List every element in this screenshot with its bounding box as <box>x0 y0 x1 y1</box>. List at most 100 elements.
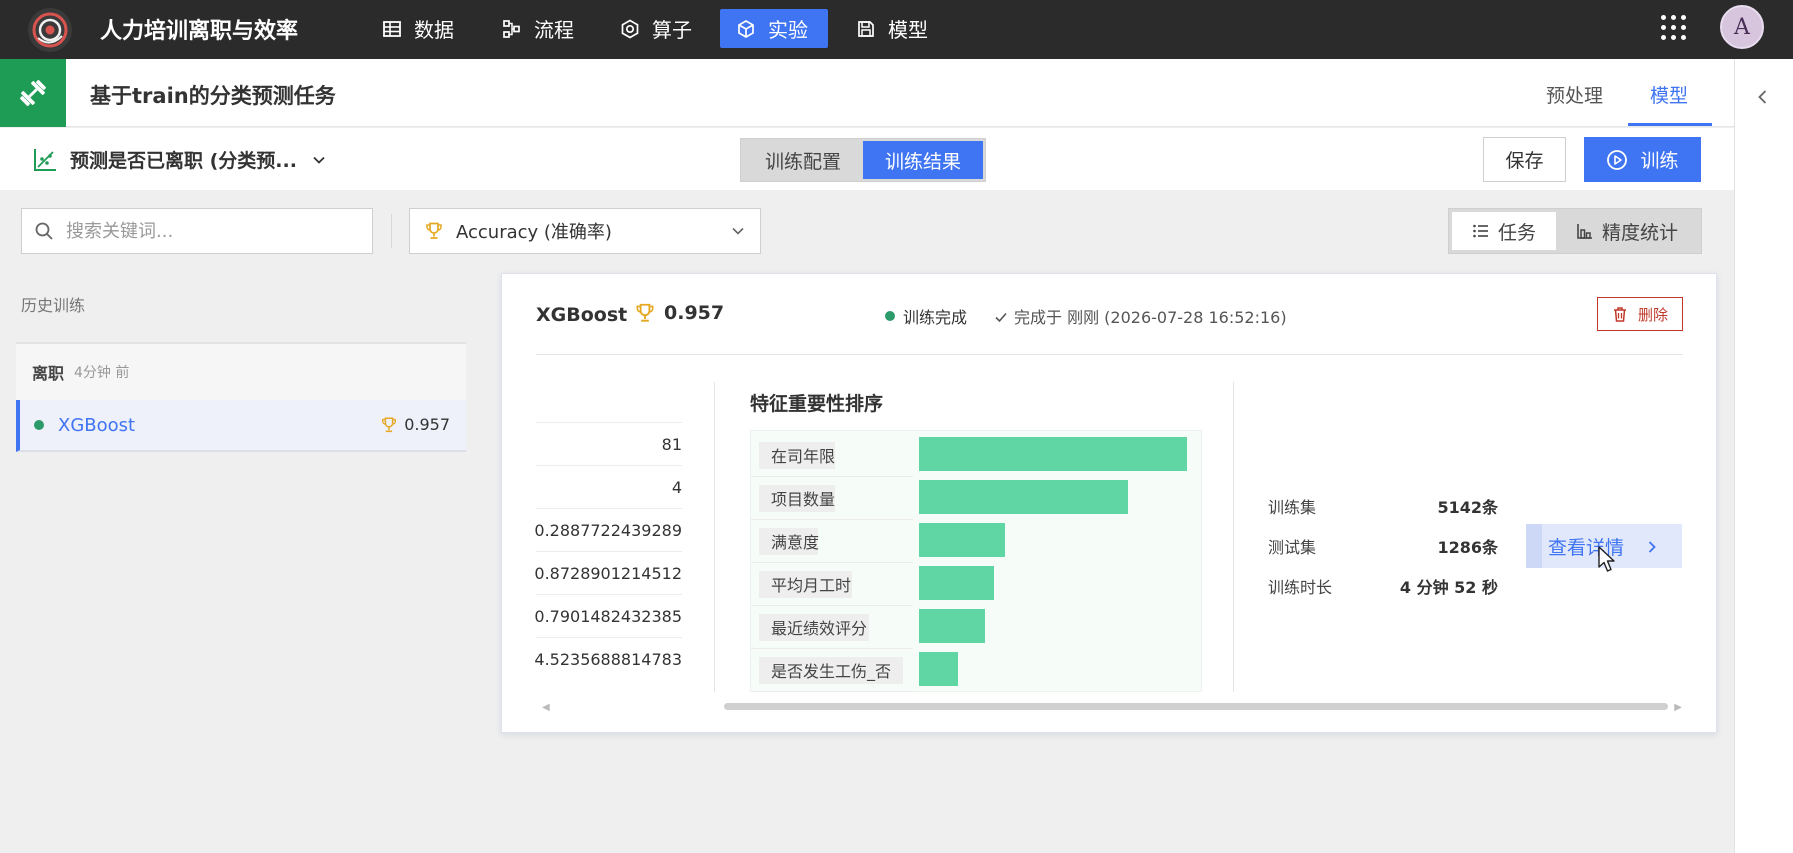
completion-text: 完成于 刚刚 (2026-07-28 16:52:16) <box>1014 308 1287 327</box>
list-icon <box>1472 222 1490 240</box>
nav-label: 实验 <box>768 18 808 42</box>
search-box <box>21 208 373 254</box>
card-divider <box>536 354 1683 355</box>
stat-row-duration: 训练时长 4 分钟 52 秒 <box>1268 566 1498 606</box>
scroll-left-arrow-icon[interactable]: ◀ <box>542 702 550 713</box>
training-status-label: 训练完成 <box>903 308 968 327</box>
delete-button[interactable]: 删除 <box>1597 297 1683 331</box>
search-input[interactable] <box>66 220 346 242</box>
feature-importance-title: 特征重要性排序 <box>750 393 884 415</box>
active-tab-indicator <box>1628 123 1712 126</box>
search-icon <box>34 221 54 241</box>
prediction-target-label: 预测是否已离职 (分类预... <box>70 150 297 172</box>
stat-label: 训练集 <box>1268 498 1317 517</box>
tab-accuracy-stats[interactable]: 精度统计 <box>1556 212 1698 250</box>
feature-importance-bar <box>919 652 958 686</box>
feature-label: 在司年限 <box>771 447 835 466</box>
stat-value: 5142条 <box>1437 498 1498 517</box>
tab-model[interactable]: 模型 <box>1650 81 1688 108</box>
nav-item-flow[interactable]: 流程 <box>486 9 590 48</box>
stat-row-train: 训练集 5142条 <box>1268 486 1498 526</box>
feature-importance-bar <box>919 437 1187 471</box>
nav-label: 模型 <box>888 18 928 42</box>
app-title: 人力培训离职与效率 <box>100 19 299 44</box>
history-label: 历史训练 <box>21 296 86 315</box>
feature-importance-svg: 在司年限项目数量满意度平均月工时最近绩效评分是否发生工伤_否 <box>751 437 1187 692</box>
history-group: 离职 4分钟 前 <box>16 342 466 400</box>
feature-label: 满意度 <box>771 533 819 552</box>
history-group-name: 离职 <box>32 364 65 383</box>
chevron-down-icon <box>311 152 327 168</box>
play-circle-icon <box>1606 149 1628 171</box>
mouse-cursor-icon <box>1597 546 1619 574</box>
logo-icon <box>32 12 68 48</box>
value-cell: 0.7901482432385 <box>534 594 682 637</box>
stat-value: 1286条 <box>1437 538 1498 557</box>
user-avatar[interactable]: A <box>1720 5 1764 49</box>
experiment-toolbar: 预测是否已离职 (分类预... 训练配置 训练结果 保存 训练 <box>0 128 1734 190</box>
history-item-score: 0.957 <box>380 415 450 434</box>
tab-train-config[interactable]: 训练配置 <box>743 141 863 179</box>
parameter-values: 81 4 0.2887722439289 0.8728901214512 0.7… <box>534 422 682 680</box>
table-icon <box>382 19 402 39</box>
task-title: 基于train的分类预测任务 <box>90 84 336 108</box>
metric-select[interactable]: Accuracy (准确率) <box>409 208 761 254</box>
nav-label: 算子 <box>652 18 692 42</box>
scatter-chart-icon <box>32 147 58 173</box>
result-card: XGBoost 0.957 训练完成 完成于 刚刚 (2026-07-28 16… <box>501 273 1717 733</box>
feature-label: 项目数量 <box>771 490 835 509</box>
scroll-right-arrow-icon[interactable]: ▶ <box>1674 702 1682 713</box>
tab-train-result[interactable]: 训练结果 <box>863 141 984 179</box>
nav-item-operator[interactable]: 算子 <box>604 9 708 48</box>
model-name: XGBoost <box>536 304 628 326</box>
task-header: 基于train的分类预测任务 预处理 模型 <box>0 59 1734 127</box>
trash-icon <box>1612 306 1628 322</box>
value-cell: 4 <box>536 465 682 508</box>
train-button[interactable]: 训练 <box>1584 137 1701 182</box>
tab-tasks[interactable]: 任务 <box>1452 212 1557 250</box>
feature-label: 是否发生工伤_否 <box>771 662 891 682</box>
trophy-icon <box>380 416 398 434</box>
app-logo[interactable] <box>28 8 72 52</box>
stat-row-test: 测试集 1286条 <box>1268 526 1498 566</box>
tab-preprocess[interactable]: 预处理 <box>1546 81 1603 108</box>
check-icon <box>994 309 1008 323</box>
trophy-icon <box>424 221 444 241</box>
status-dot <box>34 420 44 430</box>
feature-importance-chart: 在司年限 项目数量 满意度 平均月工时 最近绩效评分 是否发生工伤_否 <box>750 430 1202 692</box>
operator-icon <box>620 19 640 39</box>
stat-label: 训练时长 <box>1268 578 1333 597</box>
feature-importance-bar <box>919 480 1128 514</box>
scrollbar-thumb[interactable] <box>724 703 1668 710</box>
value-cell: 0.2887722439289 <box>534 508 682 551</box>
nav-item-data[interactable]: 数据 <box>366 9 470 48</box>
delete-label: 删除 <box>1637 305 1668 324</box>
config-result-toggle: 训练配置 训练结果 <box>740 138 987 182</box>
status-dot <box>885 311 895 321</box>
chevron-left-icon[interactable] <box>1753 87 1773 107</box>
model-score: 0.957 <box>634 302 724 324</box>
column-divider <box>1233 382 1234 692</box>
feature-importance-bar <box>919 566 994 600</box>
prediction-target-select[interactable]: 预测是否已离职 (分类预... <box>32 146 327 173</box>
horizontal-scrollbar[interactable]: ◀ ▶ <box>542 700 1682 713</box>
tab-label: 精度统计 <box>1602 221 1679 244</box>
value-cell: 4.5235688814783 <box>534 637 682 680</box>
stat-value: 4 分钟 52 秒 <box>1399 578 1498 597</box>
save-button[interactable]: 保存 <box>1483 137 1566 182</box>
nav-item-model[interactable]: 模型 <box>840 9 944 48</box>
filter-divider <box>391 214 392 248</box>
chevron-down-icon <box>730 223 746 239</box>
train-button-label: 训练 <box>1640 150 1679 172</box>
training-status: 训练完成 <box>885 304 967 328</box>
cube-icon <box>736 19 756 39</box>
history-item-xgboost[interactable]: XGBoost 0.957 <box>16 400 466 452</box>
stat-label: 测试集 <box>1268 538 1317 557</box>
nav-item-experiment[interactable]: 实验 <box>720 9 828 48</box>
value-cell: 0.8728901214512 <box>534 551 682 594</box>
history-item-score-value: 0.957 <box>404 415 450 434</box>
feature-importance-bar <box>919 523 1005 557</box>
value-cell: 81 <box>536 422 682 465</box>
apps-grid-icon[interactable] <box>1660 14 1686 40</box>
feature-label: 平均月工时 <box>771 576 851 595</box>
